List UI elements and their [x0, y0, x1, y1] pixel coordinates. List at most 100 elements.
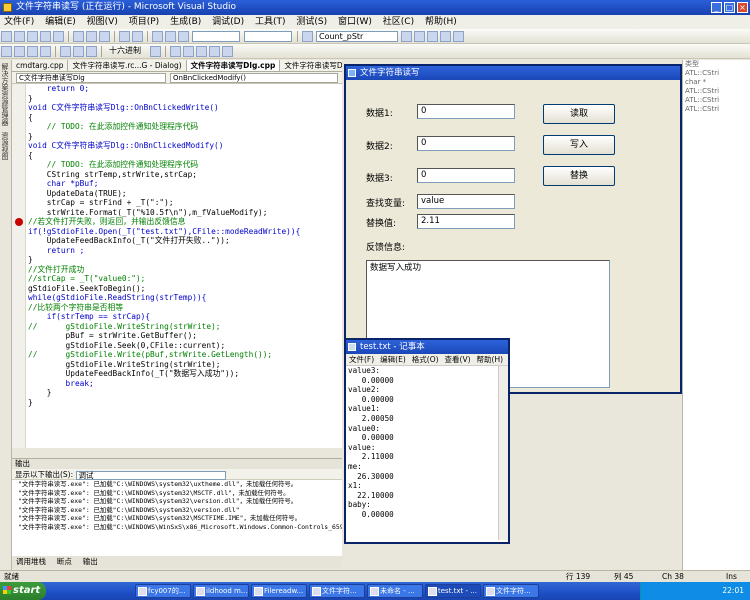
menu-edit[interactable]: 编辑(E) [41, 15, 80, 29]
task-item[interactable]: fcy007的... [135, 584, 191, 598]
dialog-icon-1[interactable] [170, 46, 181, 57]
pause-icon[interactable] [165, 31, 176, 42]
data2-field[interactable]: 0 [417, 136, 515, 151]
indent-icon[interactable] [1, 46, 12, 57]
uncomment-icon[interactable] [40, 46, 51, 57]
step-into-icon[interactable] [60, 46, 71, 57]
replace-field[interactable]: 2.11 [417, 214, 515, 229]
task-item[interactable]: test.txt - ... [425, 584, 481, 598]
stop-icon[interactable] [178, 31, 189, 42]
find-field[interactable]: value [417, 194, 515, 209]
replace-button[interactable]: 替换 [543, 166, 615, 186]
task-item[interactable]: 未命名 - ... [367, 584, 423, 598]
dialog-icon [348, 69, 356, 77]
write-button[interactable]: 写入 [543, 135, 615, 155]
redo-icon[interactable] [132, 31, 143, 42]
copy-icon[interactable] [86, 31, 97, 42]
code-line: char *pBuf; [28, 179, 99, 188]
notepad-content: value3: 0.00000 value2: 0.00000 value1: 2.… [346, 366, 508, 520]
code-line: } [28, 93, 33, 103]
paste-icon[interactable] [99, 31, 110, 42]
np-menu-format[interactable]: 格式(O) [409, 354, 442, 366]
hex-toggle[interactable]: 十六进制 [107, 46, 147, 57]
minimize-button[interactable]: _ [711, 2, 722, 13]
start-button[interactable]: start [0, 582, 46, 600]
watch-item: ATL::CStri [685, 105, 720, 113]
open-file-icon[interactable] [27, 31, 38, 42]
method-combo[interactable]: OnBnClickedModify() [170, 73, 338, 83]
add-item-icon[interactable] [14, 31, 25, 42]
resource-view-tab[interactable]: 资源视图 [0, 129, 10, 163]
toolbox-icon[interactable] [440, 31, 451, 42]
task-item[interactable]: ildhood m... [193, 584, 249, 598]
menu-file[interactable]: 文件(F) [0, 15, 38, 29]
maximize-button[interactable]: □ [724, 2, 735, 13]
output-source-combo[interactable]: 调试 [75, 470, 226, 480]
task-item[interactable]: Filereadw... [251, 584, 307, 598]
tab-dlg-cpp[interactable]: 文件字符串读写Dlg.cpp [186, 60, 281, 71]
solution-explorer-icon[interactable] [414, 31, 425, 42]
find-combo[interactable]: Count_pStr [316, 31, 398, 42]
menu-project[interactable]: 项目(P) [125, 15, 163, 29]
code-line: break; [28, 378, 94, 388]
dialog-icon-2[interactable] [183, 46, 194, 57]
np-menu-edit[interactable]: 编辑(E) [377, 354, 409, 366]
find-icon[interactable] [401, 31, 412, 42]
np-menu-view[interactable]: 查看(V) [442, 354, 474, 366]
np-menu-file[interactable]: 文件(F) [346, 354, 377, 366]
properties-icon[interactable] [427, 31, 438, 42]
breakpoints-icon[interactable] [150, 46, 161, 57]
solution-explorer-tab[interactable]: 解决方案资源管理器 [0, 60, 10, 129]
close-button[interactable]: × [737, 2, 748, 13]
menu-help[interactable]: 帮助(H) [421, 15, 461, 29]
menu-build[interactable]: 生成(B) [166, 15, 205, 29]
new-project-icon[interactable] [1, 31, 12, 42]
cut-icon[interactable] [73, 31, 84, 42]
tab-rc-dialog[interactable]: 文件字符串读写.rc...G - Dialog) [68, 60, 187, 71]
menu-debug[interactable]: 调试(D) [208, 15, 248, 29]
notepad-scrollbar[interactable] [498, 366, 508, 540]
code-line: // gStdioFile.Write(pBuf,strWrite.GetLen… [28, 350, 273, 359]
outdent-icon[interactable] [14, 46, 25, 57]
tab-output[interactable]: 输出 [79, 556, 102, 568]
task-item[interactable]: 文件字符... [483, 584, 539, 598]
tab-breakpoints[interactable]: 断点 [53, 556, 76, 568]
menu-test[interactable]: 测试(S) [292, 15, 331, 29]
menu-community[interactable]: 社区(C) [379, 15, 418, 29]
step-out-icon[interactable] [86, 46, 97, 57]
class-view-icon[interactable] [453, 31, 464, 42]
save-all-icon[interactable] [53, 31, 64, 42]
dialog-icon-5[interactable] [222, 46, 233, 57]
continue-icon[interactable] [152, 31, 163, 42]
tab-call-stack[interactable]: 调用堆栈 [12, 556, 50, 568]
dialog-icon-4[interactable] [209, 46, 220, 57]
step-over-icon[interactable] [73, 46, 84, 57]
breakpoint-icon[interactable] [15, 218, 23, 226]
tab-cmdtarg[interactable]: cmdtarg.cpp [12, 60, 69, 71]
right-watch-panel: 类型 ATL::CStri char * ATL::CStri ATL::CSt… [682, 60, 750, 570]
tab-dlg-h[interactable]: 文件字符串读写Dlg.h [280, 60, 342, 71]
dialog-icon-3[interactable] [196, 46, 207, 57]
notepad-text-area[interactable]: value3: 0.00000 value2: 0.00000 value1: 2.… [346, 366, 508, 540]
comment-icon[interactable] [27, 46, 38, 57]
config-combo[interactable] [192, 31, 240, 42]
code-line: } [28, 397, 33, 407]
data3-field[interactable]: 0 [417, 168, 515, 183]
output-text: "文件字符串读写.exe": 已加载"C:\WINDOWS\system32\u… [12, 480, 342, 531]
find-in-files-icon[interactable] [302, 31, 313, 42]
notepad-menu: 文件(F) 编辑(E) 格式(O) 查看(V) 帮助(H) [346, 354, 508, 366]
code-editor[interactable]: return 0;} void C文件字符串读写Dlg::OnBnClickedW… [12, 84, 342, 448]
data1-field[interactable]: 0 [417, 104, 515, 119]
task-item[interactable]: 文件字符... [309, 584, 365, 598]
menu-tools[interactable]: 工具(T) [251, 15, 290, 29]
menu-window[interactable]: 窗口(W) [334, 15, 376, 29]
np-menu-help[interactable]: 帮助(H) [474, 354, 507, 366]
class-combo[interactable]: C文件字符串读写Dlg [16, 73, 166, 83]
platform-combo[interactable] [244, 31, 292, 42]
menu-view[interactable]: 视图(V) [83, 15, 122, 29]
save-icon[interactable] [40, 31, 51, 42]
editor-gutter[interactable] [12, 84, 26, 448]
notepad-line: 0.00000 [348, 375, 394, 385]
undo-icon[interactable] [119, 31, 130, 42]
read-button[interactable]: 读取 [543, 104, 615, 124]
